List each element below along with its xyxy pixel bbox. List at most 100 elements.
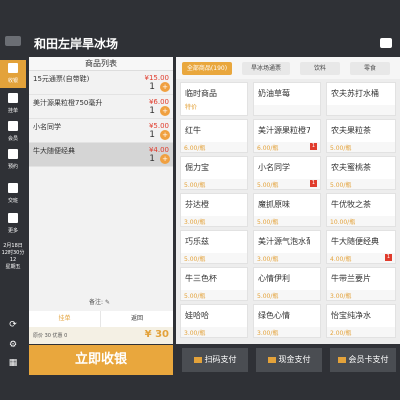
product-tile[interactable]: 魔抓原味 5.00/瓶: [253, 193, 321, 227]
bottom-strip: [26, 378, 400, 400]
product-footer: 6.00/瓶 1: [254, 142, 320, 152]
product-name: 心情伊利: [258, 274, 290, 283]
totals-bar: 原价 30 优惠 0 ¥ 30: [29, 327, 173, 344]
order-row[interactable]: 小名同学 ¥5.00 1 +: [29, 119, 173, 143]
total-amount: ¥ 30: [144, 329, 169, 340]
remark-field[interactable]: 备注: ✎: [89, 297, 110, 306]
product-footer: 5.00/瓶: [254, 216, 320, 226]
sidebar-item-shift[interactable]: 交班: [0, 180, 26, 208]
product-footer: 10.00/瓶: [327, 216, 395, 226]
cash-pay-button[interactable]: 现金支付: [256, 348, 322, 372]
product-tile[interactable]: 牛优牧之茶 10.00/瓶: [326, 193, 396, 227]
product-footer: 5.00/瓶 1: [254, 179, 320, 189]
plus-icon[interactable]: +: [160, 154, 170, 164]
plus-icon[interactable]: +: [160, 106, 170, 116]
product-tile[interactable]: 牛三色杯 5.00/瓶: [180, 267, 248, 301]
product-tile[interactable]: 倔力宝 5.00/瓶: [180, 156, 248, 190]
plus-icon[interactable]: +: [160, 130, 170, 140]
product-tag: 特价: [185, 104, 198, 111]
product-tile[interactable]: 美汁源果粒橙750毫升 6.00/瓶 1: [253, 119, 321, 153]
product-name: 魔抓原味: [258, 200, 290, 209]
product-tile[interactable]: 农夫果粒茶 5.00/瓶: [326, 119, 396, 153]
product-price: 3.00/瓶: [184, 219, 206, 226]
member-icon: [8, 121, 18, 131]
product-price: 6.00/瓶: [184, 145, 206, 152]
product-footer: 5.00/瓶: [181, 179, 247, 189]
sidebar-item-reservation[interactable]: 预约: [0, 146, 26, 174]
product-footer: 5.00/瓶: [327, 142, 395, 152]
tab-tickets[interactable]: 旱冰场通票: [242, 62, 290, 75]
order-tabs: 挂单 返回: [29, 311, 173, 327]
tab-snacks[interactable]: 零食: [350, 62, 390, 75]
grid-icon[interactable]: ▦: [8, 358, 18, 368]
order-row[interactable]: 美汁源果粒橙750毫升 ¥6.00 1 +: [29, 95, 173, 119]
back-button[interactable]: 返回: [101, 311, 173, 327]
product-footer: 3.00/瓶: [181, 216, 247, 226]
product-price: 2.00/瓶: [330, 330, 352, 337]
order-row[interactable]: 15元通票(自带鞋) ¥15.00 1 +: [29, 71, 173, 95]
qty-badge: 1: [310, 143, 317, 150]
menu-icon[interactable]: [5, 36, 21, 46]
product-tile[interactable]: 临时商品 特价: [180, 82, 248, 116]
cashier-icon: [8, 63, 18, 73]
hold-order-icon: [8, 93, 18, 103]
product-tile[interactable]: 怡宝纯净水 2.00/瓶: [326, 304, 396, 338]
product-name: 绿色心情: [258, 311, 290, 320]
tab-all-products[interactable]: 全部商品(190): [182, 62, 232, 75]
tab-drinks[interactable]: 饮料: [300, 62, 340, 75]
product-tile[interactable]: 美汁源气泡水葡萄味 3.00/瓶: [253, 230, 321, 264]
order-panel: 商品列表 15元通票(自带鞋) ¥15.00 1 + 美汁源果粒橙750毫升 ¥…: [29, 57, 173, 344]
product-name: 红牛: [185, 126, 201, 135]
product-name: 牛带兰要片: [331, 274, 371, 283]
qty-badge: 1: [385, 254, 392, 261]
sidebar-item-more[interactable]: 更多: [0, 210, 26, 238]
product-tile[interactable]: 小名同学 5.00/瓶 1: [253, 156, 321, 190]
sidebar-item-cashier[interactable]: 收银: [0, 60, 26, 88]
qr-pay-button[interactable]: 扫码支付: [182, 348, 248, 372]
user-icon[interactable]: [380, 38, 392, 48]
product-price: 6.00/瓶: [257, 145, 279, 152]
product-footer: 5.00/瓶: [327, 179, 395, 189]
product-tile[interactable]: 巧乐兹 5.00/瓶: [180, 230, 248, 264]
product-price: 5.00/瓶: [184, 293, 206, 300]
product-price: 3.00/瓶: [257, 256, 279, 263]
product-price: 5.00/瓶: [184, 182, 206, 189]
checkout-button[interactable]: 立即收银: [29, 345, 173, 375]
more-icon: [8, 213, 18, 223]
product-name: 牛大随便经典: [331, 237, 379, 246]
product-name: 芬达橙: [185, 200, 209, 209]
product-name: 娃哈哈: [185, 311, 209, 320]
order-row[interactable]: 牛大随便经典 ¥4.00 1 +: [29, 143, 173, 167]
product-tile[interactable]: 芬达橙 3.00/瓶: [180, 193, 248, 227]
product-tile[interactable]: 牛带兰要片 3.00/瓶: [326, 267, 396, 301]
plus-icon[interactable]: +: [160, 82, 170, 92]
sidebar-item-member[interactable]: 会员: [0, 118, 26, 146]
product-tile[interactable]: 农夫蜜桃茶 5.00/瓶: [326, 156, 396, 190]
product-tile[interactable]: 农夫苏打水桶: [326, 82, 396, 116]
product-footer: 5.00/瓶: [181, 290, 247, 300]
sidebar: 收银 挂单 会员 预约 交班 更多 2月18日 12时30分12 星期五 ⟳ ⚙…: [0, 0, 26, 400]
product-area: 全部商品(190) 旱冰场通票 饮料 零食 临时商品 特价 奶油草莓 农夫苏打水桶红牛…: [176, 57, 400, 344]
product-name: 奶油草莓: [258, 89, 290, 98]
product-name: 牛三色杯: [185, 274, 217, 283]
product-name: 小名同学: [258, 163, 290, 172]
product-name: 倔力宝: [185, 163, 209, 172]
category-bar: 全部商品(190) 旱冰场通票 饮料 零食: [176, 57, 400, 79]
hold-order-button[interactable]: 挂单: [29, 311, 101, 327]
product-tile[interactable]: 绿色心情 3.00/瓶: [253, 304, 321, 338]
product-price: 3.00/瓶: [330, 293, 352, 300]
product-tile[interactable]: 红牛 6.00/瓶: [180, 119, 248, 153]
product-tile[interactable]: 娃哈哈 3.00/瓶: [180, 304, 248, 338]
product-price: 5.00/瓶: [257, 182, 279, 189]
shift-icon: [8, 183, 18, 193]
product-name: 怡宝纯净水: [331, 311, 371, 320]
product-footer: 4.00/瓶 1: [327, 253, 395, 263]
product-tile[interactable]: 牛大随便经典 4.00/瓶 1: [326, 230, 396, 264]
product-name: 农夫蜜桃茶: [331, 163, 371, 172]
product-tile[interactable]: 心情伊利 5.00/瓶: [253, 267, 321, 301]
card-pay-button[interactable]: 会员卡支付: [330, 348, 396, 372]
settings-icon[interactable]: ⚙: [8, 340, 18, 350]
refresh-icon[interactable]: ⟳: [8, 320, 18, 330]
product-tile[interactable]: 奶油草莓: [253, 82, 321, 116]
sidebar-item-hold[interactable]: 挂单: [0, 90, 26, 118]
